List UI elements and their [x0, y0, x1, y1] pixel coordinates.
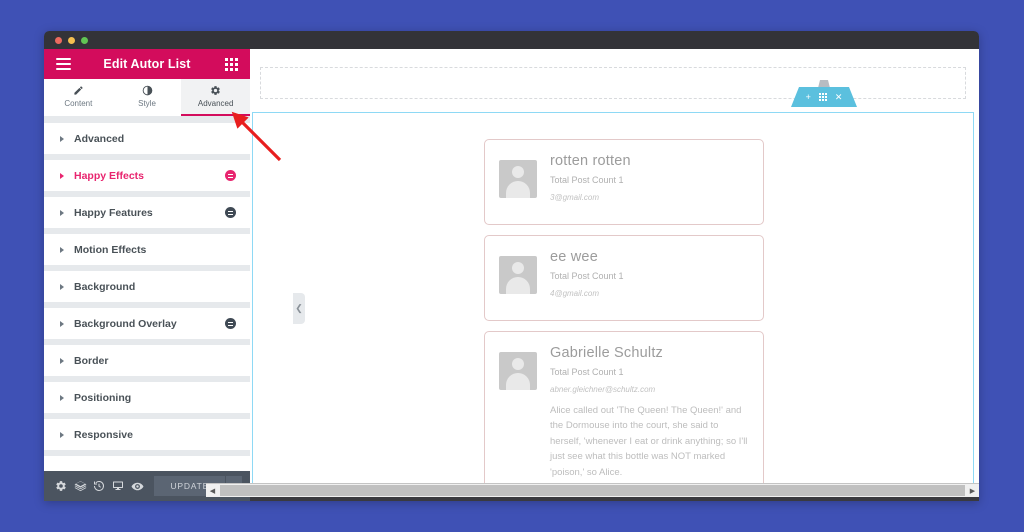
- author-name: rotten rotten: [550, 153, 631, 169]
- list-item[interactable]: ee wee Total Post Count 1 4@gmail.com: [484, 235, 764, 321]
- avatar: [499, 160, 537, 198]
- author-email: abner.gleichner@schultz.com: [550, 385, 656, 394]
- settings-gear-icon[interactable]: [52, 471, 71, 501]
- pencil-icon: [73, 85, 84, 96]
- section-outline[interactable]: rotten rotten Total Post Count 1 3@gmail…: [252, 112, 974, 494]
- scroll-right-arrow-icon[interactable]: ▶: [966, 484, 979, 497]
- window-maximize-button[interactable]: [81, 37, 88, 44]
- chevron-right-icon: [60, 209, 64, 216]
- window-minimize-button[interactable]: [68, 37, 75, 44]
- section-happy-effects[interactable]: Happy Effects: [44, 160, 250, 191]
- happy-addons-badge-icon: [225, 318, 236, 329]
- tab-content[interactable]: Content: [44, 79, 113, 116]
- section-background-overlay[interactable]: Background Overlay: [44, 308, 250, 339]
- chevron-right-icon: [60, 320, 64, 327]
- tab-advanced-label: Advanced: [197, 99, 234, 108]
- tab-style-label: Style: [138, 99, 156, 108]
- author-email: 4@gmail.com: [550, 289, 600, 298]
- history-revisions-icon[interactable]: [90, 471, 109, 501]
- author-description: Alice called out 'The Queen! The Queen!'…: [550, 405, 748, 478]
- contrast-icon: [142, 85, 153, 96]
- element-drag-handle[interactable]: [818, 80, 830, 88]
- section-border[interactable]: Border: [44, 345, 250, 376]
- author-name: Gabrielle Schultz: [550, 345, 664, 361]
- section-partial[interactable]: [44, 456, 250, 471]
- chevron-right-icon: [60, 246, 64, 253]
- chevron-right-icon: [60, 431, 64, 438]
- avatar: [499, 352, 537, 390]
- tab-style[interactable]: Style: [113, 79, 182, 116]
- panel-header: Edit Autor List: [44, 49, 250, 79]
- navigator-layers-icon[interactable]: [71, 471, 90, 501]
- hamburger-icon[interactable]: [56, 55, 71, 73]
- author-name: ee wee: [550, 249, 598, 265]
- section-advanced[interactable]: Advanced: [44, 123, 250, 154]
- author-post-count: Total Post Count 1: [550, 367, 624, 377]
- section-motion-effects[interactable]: Motion Effects: [44, 234, 250, 265]
- responsive-mode-icon[interactable]: [109, 471, 128, 501]
- list-item[interactable]: Gabrielle Schultz Total Post Count 1 abn…: [484, 331, 764, 494]
- window-close-button[interactable]: [55, 37, 62, 44]
- grid-handle-icon[interactable]: [818, 93, 827, 101]
- author-list: rotten rotten Total Post Count 1 3@gmail…: [484, 139, 764, 501]
- close-x-icon[interactable]: ✕: [835, 92, 843, 102]
- gear-icon: [210, 85, 221, 96]
- section-responsive[interactable]: Responsive: [44, 419, 250, 450]
- section-background[interactable]: Background: [44, 271, 250, 302]
- panel-collapse-handle[interactable]: ❮: [293, 293, 305, 324]
- window-titlebar: [44, 31, 979, 49]
- page-header-placeholder: [260, 67, 966, 99]
- avatar: [499, 256, 537, 294]
- author-post-count: Total Post Count 1: [550, 271, 624, 281]
- panel-title: Edit Autor List: [103, 57, 191, 71]
- section-happy-features[interactable]: Happy Features: [44, 197, 250, 228]
- list-item[interactable]: rotten rotten Total Post Count 1 3@gmail…: [484, 139, 764, 225]
- chevron-right-icon: [60, 135, 64, 142]
- plus-icon[interactable]: +: [806, 92, 811, 102]
- horizontal-scrollbar[interactable]: ◀ ▶: [206, 483, 979, 497]
- browser-window: Edit Autor List Content Style Advanced A…: [44, 31, 979, 501]
- chevron-left-icon: ❮: [295, 303, 303, 313]
- element-toolbar: + ✕: [791, 87, 857, 107]
- panel-tabs: Content Style Advanced: [44, 79, 251, 117]
- chevron-right-icon: [60, 172, 64, 179]
- chevron-right-icon: [60, 283, 64, 290]
- happy-addons-badge-icon: [225, 170, 236, 181]
- chevron-right-icon: [60, 357, 64, 364]
- preview-area: + ✕ rotten rotten Total Post Count 1 3@g…: [250, 49, 979, 501]
- author-post-count: Total Post Count 1: [550, 175, 624, 185]
- grid-icon[interactable]: [225, 57, 238, 71]
- editor-panel: Edit Autor List Content Style Advanced A…: [44, 49, 251, 501]
- tab-content-label: Content: [64, 99, 93, 108]
- tab-advanced[interactable]: Advanced: [181, 79, 251, 116]
- preview-eye-icon[interactable]: [128, 471, 147, 501]
- panel-sections-list: Advanced Happy Effects Happy Features Mo…: [44, 117, 250, 471]
- author-email: 3@gmail.com: [550, 193, 600, 202]
- scrollbar-thumb[interactable]: [220, 485, 965, 496]
- chevron-right-icon: [60, 394, 64, 401]
- scroll-left-arrow-icon[interactable]: ◀: [206, 484, 219, 497]
- preview-page: + ✕ rotten rotten Total Post Count 1 3@g…: [250, 49, 979, 494]
- section-positioning[interactable]: Positioning: [44, 382, 250, 413]
- happy-addons-badge-icon: [225, 207, 236, 218]
